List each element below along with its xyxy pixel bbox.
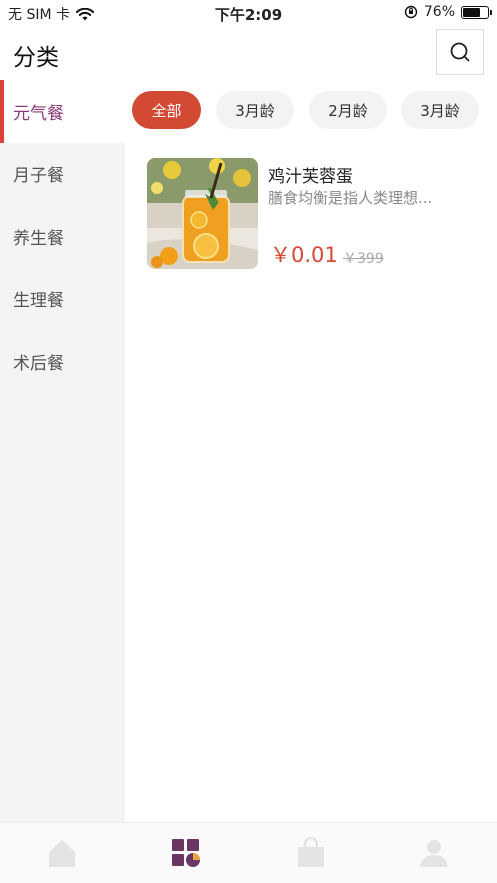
orange-drink-image	[147, 158, 258, 269]
sidebar-item-label: 术后餐	[13, 353, 64, 374]
category-sidebar: 元气餐 月子餐 养生餐 生理餐 术后餐	[0, 80, 125, 822]
page-title: 分类	[13, 45, 59, 71]
sidebar-item-label: 生理餐	[13, 291, 64, 312]
product-description: 膳食均衡是指人类理想...	[268, 189, 433, 207]
carrier-label: 无 SIM 卡	[8, 7, 70, 23]
tab-shop[interactable]	[295, 836, 327, 869]
tab-profile[interactable]	[418, 837, 450, 869]
battery-level	[463, 7, 481, 17]
battery-percent: 76%	[423, 4, 455, 20]
product-price: ￥0.01	[270, 243, 338, 267]
orientation-lock-icon	[404, 5, 418, 19]
bag-icon	[298, 836, 324, 867]
sidebar-item-shuhou[interactable]: 术后餐	[0, 330, 125, 393]
chip-2-months[interactable]: 2月龄	[309, 91, 387, 129]
product-card[interactable]: 鸡汁芙蓉蛋 膳食均衡是指人类理想... ￥0.01 ￥399	[147, 158, 487, 270]
sidebar-item-label: 月子餐	[13, 166, 64, 187]
tab-category[interactable]	[170, 837, 202, 869]
battery-icon	[461, 5, 492, 19]
tab-bar	[0, 822, 497, 883]
sidebar-item-shengli[interactable]: 生理餐	[0, 268, 125, 331]
product-name: 鸡汁芙蓉蛋	[268, 167, 353, 187]
chip-3-months[interactable]: 3月龄	[216, 91, 294, 129]
filter-chip-row: 全部 3月龄 2月龄 3月龄	[125, 80, 497, 140]
wifi-icon	[76, 7, 94, 20]
sidebar-item-yuezi[interactable]: 月子餐	[0, 143, 125, 206]
status-bar: 无 SIM 卡 下午2:09 76%	[0, 0, 497, 26]
sidebar-item-yangsheng[interactable]: 养生餐	[0, 205, 125, 268]
tab-home[interactable]	[46, 837, 78, 869]
category-icon	[172, 839, 200, 867]
user-icon	[420, 840, 448, 867]
carrier-group: 无 SIM 卡	[8, 4, 94, 24]
product-image	[147, 158, 258, 269]
product-original-price: ￥399	[343, 251, 384, 267]
search-icon	[450, 42, 470, 62]
search-button[interactable]	[436, 29, 484, 75]
header: 分类	[0, 26, 497, 80]
sidebar-item-label: 元气餐	[13, 103, 64, 124]
chip-3-months-2[interactable]: 3月龄	[401, 91, 479, 129]
battery-group: 76%	[404, 4, 492, 20]
sidebar-item-label: 养生餐	[13, 228, 64, 249]
sidebar-item-yuanqi[interactable]: 元气餐	[0, 80, 125, 143]
chip-all[interactable]: 全部	[132, 91, 201, 129]
home-icon	[49, 840, 75, 867]
